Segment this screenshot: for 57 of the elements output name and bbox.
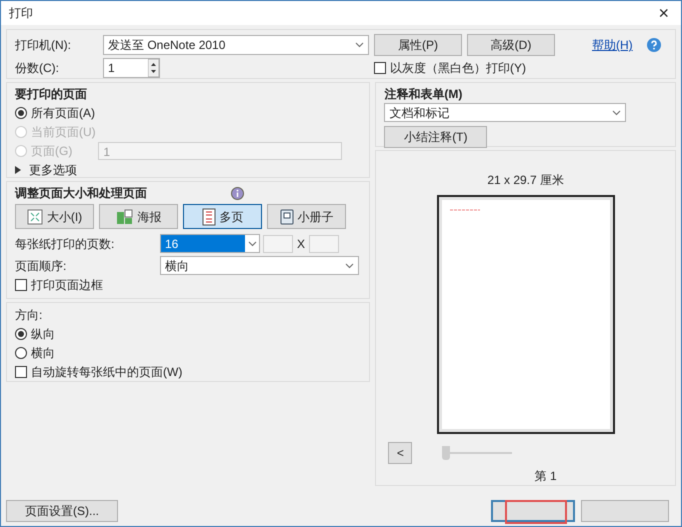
checkbox[interactable] (15, 278, 27, 290)
radio-label: 横向 (31, 344, 55, 362)
page-order-dropdown[interactable]: 横向 (160, 256, 359, 275)
mode-tab[interactable]: 小册子 (267, 204, 346, 229)
print-button[interactable] (491, 500, 575, 522)
close-button[interactable]: × (654, 4, 673, 22)
window-title: 打印 (9, 5, 33, 22)
checkbox-label: 以灰度（黑白色）打印(Y) (390, 60, 526, 77)
checkbox[interactable] (15, 366, 27, 378)
mode-tab[interactable]: 大小(I) (15, 204, 94, 229)
page-setup-button[interactable]: 页面设置(S)... (6, 500, 118, 522)
checkbox-label: 自动旋转每张纸中的页面(W) (31, 364, 182, 380)
expand-arrow-icon[interactable] (15, 166, 21, 174)
comments-dropdown[interactable]: 文档和标记 (384, 103, 626, 122)
pages-per-sheet-dropdown[interactable]: 16 (160, 234, 260, 253)
highlight-frame (505, 500, 567, 524)
help-link[interactable]: 帮助(H) (592, 36, 633, 54)
copies-label: 份数(C): (15, 60, 60, 77)
slider-thumb[interactable] (442, 446, 450, 460)
section-title: 要打印的页面 (15, 86, 88, 103)
radio-label: 当前页面(U) (31, 124, 96, 140)
advanced-button[interactable]: 高级(D) (467, 34, 555, 56)
page-slider[interactable] (442, 447, 512, 459)
radio-label: 页面(G) (31, 142, 72, 160)
checkbox[interactable] (374, 62, 386, 74)
rows-field[interactable] (309, 234, 340, 252)
summarize-comments-button[interactable]: 小结注释(T) (384, 126, 488, 148)
pages-per-sheet-label: 每张纸打印的页数: (15, 236, 116, 252)
resize-icon (26, 208, 43, 224)
page-order-label: 页面顺序: (15, 258, 68, 274)
section-title: 方向: (15, 307, 44, 324)
mode-tab[interactable]: 海报 (99, 204, 178, 229)
page-counter: 第 1 (534, 468, 557, 485)
printer-dropdown[interactable]: 发送至 OneNote 2010 (103, 35, 369, 55)
previous-page-button[interactable]: < (388, 442, 412, 464)
section-title: 注释和表单(M) (384, 86, 464, 103)
radio-button[interactable] (15, 106, 27, 118)
times-label: X (297, 236, 306, 252)
section-title: 调整页面大小和处理页面 (15, 185, 147, 202)
properties-button[interactable]: 属性(P) (374, 34, 462, 56)
radio-button[interactable] (15, 346, 27, 358)
radio-label: 所有页面(A) (31, 104, 95, 122)
multi-page-icon (202, 208, 216, 226)
tiles-icon (116, 208, 134, 224)
more-options-label[interactable]: 更多选项 (29, 160, 77, 178)
paper-size-label: 21 x 29.7 厘米 (487, 172, 564, 189)
radio-label: 纵向 (31, 326, 55, 342)
booklet-icon (280, 208, 294, 224)
checkbox-label: 打印页面边框 (31, 276, 103, 294)
copies-spinner[interactable]: 1 (103, 58, 160, 78)
help-icon[interactable] (646, 38, 661, 52)
columns-field[interactable] (263, 234, 293, 252)
info-icon[interactable] (231, 186, 244, 200)
printer-label: 打印机(N): (15, 37, 72, 54)
radio-button[interactable] (15, 328, 27, 340)
mode-tab[interactable]: 多页 (183, 204, 262, 229)
spinner-arrows-icon[interactable] (148, 59, 159, 77)
